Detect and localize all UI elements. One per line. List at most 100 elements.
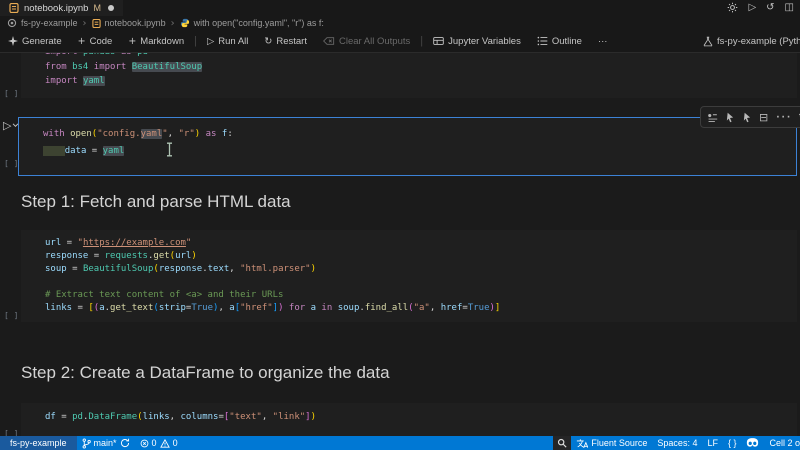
add-code-label: Code	[89, 35, 113, 47]
jupyter-variables-label: Jupyter Variables	[448, 35, 521, 47]
code-line[interactable]: data = yaml	[43, 145, 794, 158]
more-actions-icon: ···	[597, 35, 608, 47]
restart-label: Restart	[276, 35, 307, 47]
outline-button[interactable]: Outline	[537, 36, 582, 47]
magnifier-icon	[558, 438, 567, 448]
execution-count: [ ]	[4, 159, 19, 168]
history-icon[interactable]: ↺	[766, 2, 774, 13]
fluent-source-indicator[interactable]: Fluent Source	[576, 438, 647, 449]
fluent-source-label: Fluent Source	[591, 438, 648, 448]
clear-all-outputs-button: Clear All Outputs	[323, 36, 410, 47]
cell-hover-toolbar: ⊟ ···	[700, 106, 800, 128]
code-line[interactable]: links = [(a.get_text(strip=True), a["hre…	[45, 302, 795, 315]
run-all-label: Run All	[218, 35, 249, 47]
zoom-indicator[interactable]	[553, 436, 572, 450]
code-line[interactable]: import yaml	[45, 75, 795, 88]
tab-notebook[interactable]: notebook.ipynb M	[0, 0, 123, 16]
settings-gear-icon[interactable]	[727, 2, 738, 13]
code-line[interactable]: import pandas as pd	[45, 53, 795, 59]
remote-label: fs-py-example	[10, 438, 67, 448]
execute-below-icon[interactable]	[742, 112, 752, 123]
restart-icon: ↻	[264, 35, 273, 47]
code-line[interactable]: with open("config.yaml", "r") as f:	[43, 128, 794, 141]
sparkle-icon	[8, 36, 18, 46]
text-cursor-pointer	[167, 142, 172, 157]
beaker-icon	[703, 36, 713, 46]
code-line[interactable]: url = "https://example.com"	[45, 237, 795, 250]
jupyter-variables-button[interactable]: Jupyter Variables	[433, 36, 521, 47]
split-editor-icon[interactable]: ◫	[785, 2, 794, 13]
execution-count: [ ]	[4, 89, 19, 98]
outline-list-icon	[537, 36, 548, 46]
notebook-toolbar: Generate + Code + Markdown | ▷ Run All ↻…	[0, 30, 800, 53]
code-line[interactable]: # Extract text content of <a> and their …	[45, 289, 795, 302]
more-actions-button[interactable]: ···	[598, 36, 608, 47]
code-cell-1[interactable]: import pandas as pd from bs4 import Beau…	[21, 53, 797, 98]
run-cell-button[interactable]: ▷	[3, 119, 19, 132]
more-cell-actions-icon[interactable]: ···	[775, 108, 791, 126]
warning-icon	[159, 438, 170, 448]
add-markdown-cell-button[interactable]: + Markdown	[128, 36, 184, 47]
code-line[interactable]: response = requests.get(url)	[45, 250, 795, 263]
plus-icon: +	[77, 35, 86, 47]
branch-label: main*	[93, 438, 117, 448]
run-cell-play-icon: ▷	[3, 119, 12, 132]
remote-indicator[interactable]: fs-py-example	[0, 436, 77, 450]
cell-position-indicator[interactable]: Cell 2 o	[769, 438, 800, 448]
code-cell-4[interactable]: df = pd.DataFrame(links, columns=["text"…	[21, 403, 797, 436]
run-all-button[interactable]: ▷ Run All	[207, 36, 248, 47]
clear-outputs-icon	[323, 37, 335, 45]
warning-count: 0	[172, 438, 178, 448]
restart-button[interactable]: ↻ Restart	[264, 36, 307, 47]
cell-position-label: Cell 2 o	[769, 438, 800, 448]
breadcrumb-file[interactable]: notebook.ipynb	[105, 18, 166, 28]
breadcrumb-symbol[interactable]: with open("config.yaml", "r") as f:	[194, 18, 324, 28]
code-line[interactable]: soup = BeautifulSoup(response.text, "htm…	[45, 263, 795, 276]
notebook-editor: import pandas as pd from bs4 import Beau…	[0, 53, 800, 436]
notebook-file-icon	[91, 18, 101, 28]
sync-icon	[120, 438, 129, 448]
outline-label: Outline	[551, 35, 582, 47]
unsaved-dot-icon[interactable]	[107, 5, 114, 11]
breadcrumb-separator: ›	[170, 17, 175, 29]
indentation-indicator[interactable]: Spaces: 4	[657, 438, 697, 448]
markdown-heading-step1[interactable]: Step 1: Fetch and parse HTML data	[21, 192, 291, 212]
branch-icon	[82, 437, 91, 449]
split-cell-icon[interactable]: ⊟	[759, 111, 768, 124]
tab-title: notebook.ipynb	[24, 2, 89, 14]
git-branch-indicator[interactable]: main*	[82, 437, 130, 449]
language-mode-indicator[interactable]: { }	[728, 438, 737, 448]
clear-outputs-label: Clear All Outputs	[338, 35, 411, 47]
play-icon: ▷	[206, 35, 215, 47]
breadcrumb-project[interactable]: fs-py-example	[21, 18, 78, 28]
eol-indicator[interactable]: LF	[707, 438, 718, 448]
execution-count: [ ]	[4, 311, 19, 320]
copilot-icon	[747, 438, 759, 447]
breadcrumb-separator: ›	[82, 17, 87, 29]
toolbar-divider: |	[194, 35, 197, 47]
translate-icon	[577, 438, 589, 448]
generate-button[interactable]: Generate	[8, 36, 62, 47]
error-count: 0	[151, 438, 157, 448]
generate-label: Generate	[22, 35, 62, 47]
run-by-line-icon[interactable]	[707, 112, 718, 123]
code-line[interactable]: from bs4 import BeautifulSoup	[45, 61, 795, 74]
code-line[interactable]: df = pd.DataFrame(links, columns=["text"…	[45, 411, 795, 424]
git-modified-badge: M	[93, 3, 101, 13]
code-line[interactable]	[45, 276, 795, 289]
execute-above-icon[interactable]	[725, 112, 735, 123]
code-cell-3[interactable]: url = "https://example.com" response = r…	[21, 230, 797, 322]
code-cell-2[interactable]: with open("config.yaml", "r") as f: data…	[18, 117, 797, 176]
spaces-label: Spaces: 4	[657, 438, 698, 448]
markdown-heading-step2[interactable]: Step 2: Create a DataFrame to organize t…	[21, 363, 390, 383]
status-bar: fs-py-example main* 0 0 Fluent Source Sp…	[0, 436, 800, 450]
execution-count: [ ]	[4, 429, 19, 436]
python-icon	[180, 18, 189, 28]
run-all-icon[interactable]: ▷	[748, 2, 756, 13]
add-code-cell-button[interactable]: + Code	[78, 36, 113, 47]
copilot-indicator[interactable]	[746, 438, 759, 448]
problems-indicator[interactable]: 0 0	[140, 438, 178, 448]
kernel-label: fs-py-example (Python	[717, 35, 800, 47]
kernel-picker[interactable]: fs-py-example (Python	[703, 30, 800, 52]
error-icon	[140, 439, 148, 447]
